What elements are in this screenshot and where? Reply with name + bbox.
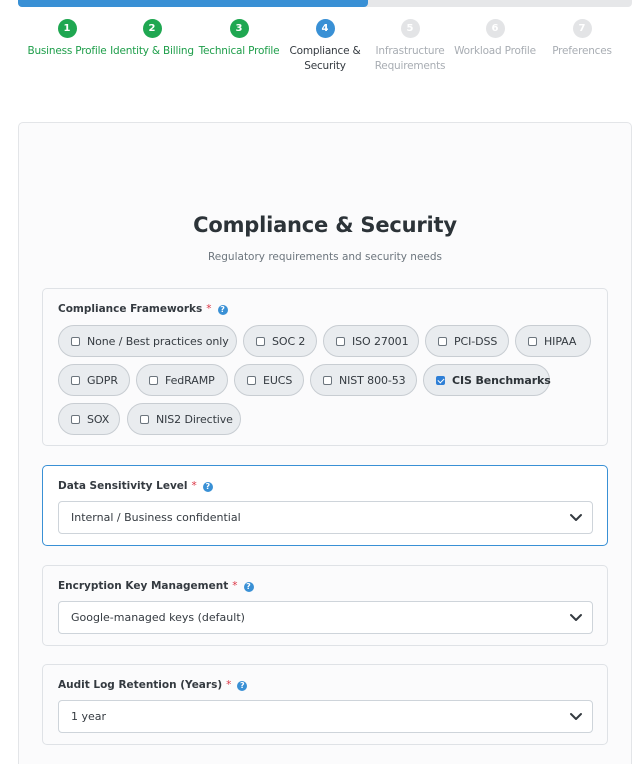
framework-chip-none[interactable]: None / Best practices only bbox=[58, 325, 237, 357]
checkbox[interactable] bbox=[71, 414, 80, 424]
select-value: Internal / Business confidential bbox=[71, 511, 241, 524]
help-icon[interactable]: ? bbox=[202, 482, 213, 492]
chip-label: ISO 27001 bbox=[352, 334, 409, 348]
framework-chip-fedramp[interactable]: FedRAMP bbox=[136, 364, 228, 396]
chip-label: SOX bbox=[87, 412, 110, 426]
step-number-badge: 3 bbox=[229, 19, 249, 38]
audit-log-retention-select[interactable]: 1 year bbox=[58, 700, 593, 733]
data-sensitivity-section: Data Sensitivity Level *? Internal / Busi… bbox=[42, 465, 608, 546]
checkbox[interactable] bbox=[149, 375, 158, 385]
checkbox[interactable] bbox=[140, 414, 149, 424]
step-compliance-security[interactable]: 4 Compliance & Security bbox=[277, 19, 373, 74]
chip-label: PCI-DSS bbox=[454, 334, 498, 348]
checkbox[interactable] bbox=[528, 336, 537, 346]
help-icon[interactable]: ? bbox=[237, 681, 248, 691]
help-icon[interactable]: ? bbox=[243, 582, 254, 592]
step-number-badge: 6 bbox=[485, 19, 505, 38]
compliance-frameworks-section: Compliance Frameworks *? None / Best prac… bbox=[42, 288, 608, 446]
field-label-text: Data Sensitivity Level bbox=[58, 480, 188, 492]
chip-label: SOC 2 bbox=[272, 334, 306, 348]
step-business-profile[interactable]: 1 Business Profile bbox=[19, 19, 115, 59]
framework-chip-nis2[interactable]: NIS2 Directive bbox=[127, 403, 241, 435]
select-value: Google-managed keys (default) bbox=[71, 611, 245, 624]
field-label-text: Audit Log Retention (Years) bbox=[58, 679, 223, 691]
step-preferences[interactable]: 7 Preferences bbox=[534, 19, 630, 59]
step-label: Workload Profile bbox=[454, 45, 536, 57]
chip-label: NIS2 Directive bbox=[156, 412, 233, 426]
wizard-steps: 1 Business Profile 2 Identity & Billing … bbox=[0, 0, 632, 90]
framework-chip-nist-800-53[interactable]: NIST 800-53 bbox=[310, 364, 417, 396]
framework-chip-pci-dss[interactable]: PCI-DSS bbox=[425, 325, 509, 357]
framework-chip-sox[interactable]: SOX bbox=[58, 403, 120, 435]
encryption-key-select[interactable]: Google-managed keys (default) bbox=[58, 601, 593, 634]
framework-chip-gdpr[interactable]: GDPR bbox=[58, 364, 130, 396]
required-asterisk: * bbox=[226, 679, 232, 691]
compliance-frameworks-label: Compliance Frameworks *? bbox=[58, 303, 228, 315]
chip-label: HIPAA bbox=[544, 334, 577, 348]
data-sensitivity-label: Data Sensitivity Level *? bbox=[58, 480, 213, 492]
page-subtitle: Regulatory requirements and security nee… bbox=[207, 251, 443, 263]
required-asterisk: * bbox=[232, 580, 238, 592]
checkbox[interactable] bbox=[438, 336, 447, 346]
chip-label: GDPR bbox=[87, 373, 118, 387]
chevron-down-icon bbox=[570, 614, 582, 621]
select-value: 1 year bbox=[71, 710, 107, 723]
field-label-text: Compliance Frameworks bbox=[58, 303, 203, 315]
step-number-badge: 4 bbox=[315, 19, 335, 38]
checkbox[interactable] bbox=[71, 336, 80, 346]
checkbox[interactable] bbox=[247, 375, 256, 385]
audit-log-retention-label: Audit Log Retention (Years) *? bbox=[58, 679, 248, 691]
page-title: Compliance & Security bbox=[193, 213, 457, 237]
step-label: Infrastructure Requirements bbox=[374, 45, 446, 72]
checkbox[interactable] bbox=[336, 336, 345, 346]
step-infrastructure-requirements[interactable]: 5 Infrastructure Requirements bbox=[362, 19, 458, 74]
step-label: Compliance & Security bbox=[289, 45, 361, 72]
framework-chip-iso27001[interactable]: ISO 27001 bbox=[323, 325, 419, 357]
checkbox-checked[interactable] bbox=[436, 375, 445, 385]
step-label: Business Profile bbox=[27, 45, 107, 57]
encryption-key-label: Encryption Key Management *? bbox=[58, 580, 254, 592]
step-number-badge: 1 bbox=[57, 19, 77, 38]
chevron-down-icon bbox=[570, 514, 582, 521]
framework-chip-eucs[interactable]: EUCS bbox=[234, 364, 304, 396]
step-label: Preferences bbox=[552, 45, 612, 57]
chip-label: None / Best practices only bbox=[87, 334, 229, 348]
step-workload-profile[interactable]: 6 Workload Profile bbox=[447, 19, 543, 59]
checkbox[interactable] bbox=[71, 375, 80, 385]
step-label: Technical Profile bbox=[198, 45, 280, 57]
framework-chip-cis-benchmarks[interactable]: CIS Benchmarks bbox=[423, 364, 551, 396]
step-label: Identity & Billing bbox=[110, 45, 194, 57]
step-number-badge: 2 bbox=[142, 19, 162, 38]
chip-label: CIS Benchmarks bbox=[452, 373, 551, 387]
data-sensitivity-select[interactable]: Internal / Business confidential bbox=[58, 501, 593, 534]
chip-label: FedRAMP bbox=[165, 373, 215, 387]
chip-label: NIST 800-53 bbox=[339, 373, 406, 387]
checkbox[interactable] bbox=[256, 336, 265, 346]
encryption-key-section: Encryption Key Management *? Google-manag… bbox=[42, 565, 608, 646]
field-label-text: Encryption Key Management bbox=[58, 580, 229, 592]
step-number-badge: 5 bbox=[400, 19, 420, 38]
audit-log-retention-section: Audit Log Retention (Years) *? 1 year bbox=[42, 664, 608, 745]
framework-chip-hipaa[interactable]: HIPAA bbox=[515, 325, 591, 357]
chip-label: EUCS bbox=[263, 373, 293, 387]
checkbox[interactable] bbox=[323, 375, 332, 385]
step-identity-billing[interactable]: 2 Identity & Billing bbox=[104, 19, 200, 59]
framework-chip-soc2[interactable]: SOC 2 bbox=[243, 325, 317, 357]
required-asterisk: * bbox=[191, 480, 197, 492]
required-asterisk: * bbox=[206, 303, 212, 315]
step-technical-profile[interactable]: 3 Technical Profile bbox=[191, 19, 287, 59]
help-icon[interactable]: ? bbox=[217, 305, 228, 315]
step-number-badge: 7 bbox=[572, 19, 592, 38]
chevron-down-icon bbox=[570, 713, 582, 720]
